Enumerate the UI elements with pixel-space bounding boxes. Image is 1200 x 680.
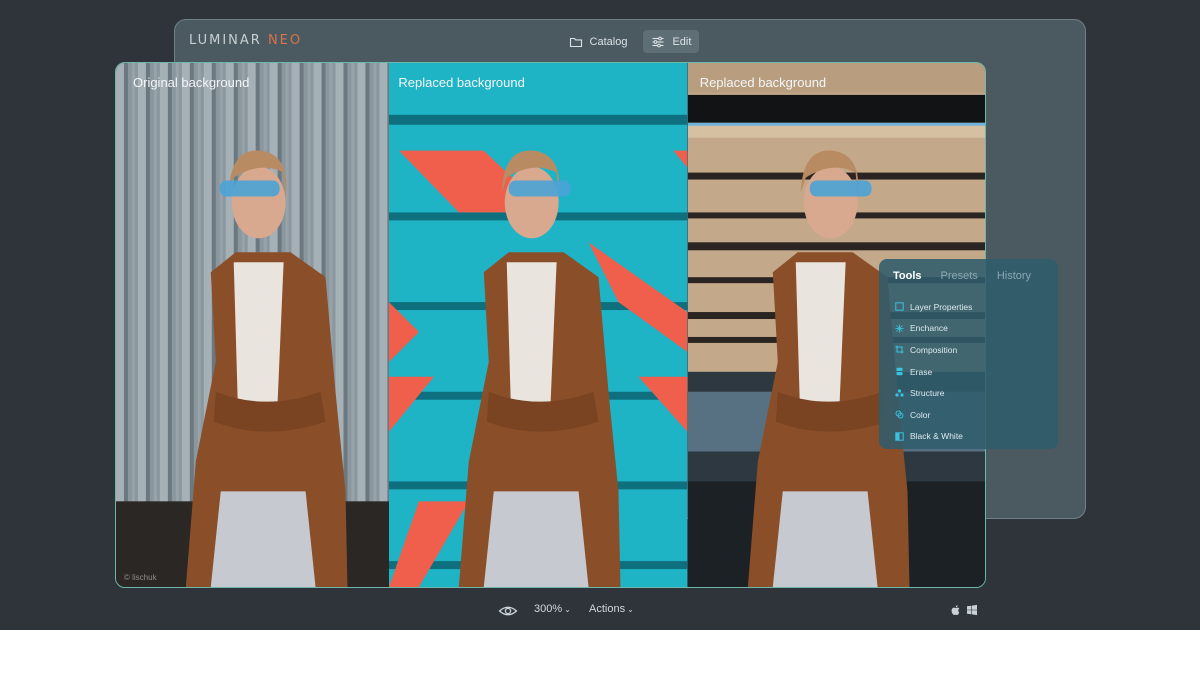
tool-composition[interactable]: Composition	[895, 339, 1058, 361]
platform-icons	[950, 604, 978, 616]
tools-panel: Tools Presets History Layer Properties E…	[879, 259, 1058, 449]
sliders-icon	[652, 36, 664, 47]
panel-label: Original background	[133, 75, 250, 90]
edit-button[interactable]: Edit	[643, 30, 700, 53]
replaced-background-panel-1: Replaced background	[389, 63, 688, 587]
bottom-toolbar: 300% ⌄ Actions ⌄	[0, 600, 1200, 622]
catalog-button[interactable]: Catalog	[561, 30, 636, 53]
tools-tabs: Tools Presets History	[879, 265, 1058, 287]
zoom-dropdown[interactable]: 300% ⌄	[534, 603, 571, 615]
tab-tools[interactable]: Tools	[893, 270, 922, 282]
actions-label: Actions	[589, 603, 626, 615]
layer-square-icon	[895, 302, 904, 311]
tool-structure[interactable]: Structure	[895, 382, 1058, 404]
top-navigation: Catalog Edit	[175, 30, 1085, 53]
tool-label: Structure	[910, 388, 945, 399]
windows-icon	[967, 604, 977, 616]
actions-dropdown[interactable]: Actions ⌄	[589, 603, 634, 615]
tool-label: Enchance	[910, 323, 948, 334]
tab-presets[interactable]: Presets	[941, 270, 978, 282]
tool-list: Layer Properties Enchance Composition Er…	[879, 287, 1058, 447]
photo-credit: © lischuk	[124, 573, 157, 582]
tool-black-white[interactable]: Black & White	[895, 426, 1058, 448]
tool-label: Composition	[910, 344, 958, 355]
crop-icon	[895, 345, 904, 354]
panel-label: Replaced background	[699, 75, 827, 90]
tool-label: Black & White	[910, 431, 963, 442]
replaced-background-image-1	[389, 63, 688, 587]
structure-icon	[895, 389, 904, 397]
tool-enchance[interactable]: Enchance	[895, 318, 1058, 340]
folder-icon	[569, 37, 582, 47]
eraser-icon	[896, 367, 903, 376]
sparkle-icon	[895, 324, 904, 333]
tool-color[interactable]: Color	[895, 404, 1058, 426]
original-background-image	[116, 63, 390, 587]
color-icon	[895, 410, 904, 419]
tool-label: Layer Properties	[910, 301, 973, 312]
panel-label: Replaced background	[398, 75, 525, 90]
image-viewport[interactable]: Original background © lischuk Replaced b…	[115, 62, 986, 588]
tool-label: Color	[910, 409, 931, 420]
tool-label: Erase	[910, 366, 933, 377]
original-background-panel: Original background © lischuk	[116, 63, 390, 587]
app-stage: LUMINAR NEO Catalog Edit Original backgr…	[0, 0, 1200, 630]
tab-history[interactable]: History	[997, 270, 1031, 282]
apple-icon	[951, 605, 960, 615]
zoom-value: 300%	[534, 603, 563, 615]
black-white-icon	[895, 432, 904, 441]
edit-label: Edit	[672, 35, 692, 48]
catalog-label: Catalog	[589, 35, 628, 48]
eye-icon[interactable]	[498, 603, 518, 619]
tool-layer-properties[interactable]: Layer Properties	[895, 296, 1058, 318]
chevron-down-icon: ⌄	[627, 605, 634, 614]
chevron-down-icon: ⌄	[564, 605, 571, 614]
tool-erase[interactable]: Erase	[895, 361, 1058, 383]
